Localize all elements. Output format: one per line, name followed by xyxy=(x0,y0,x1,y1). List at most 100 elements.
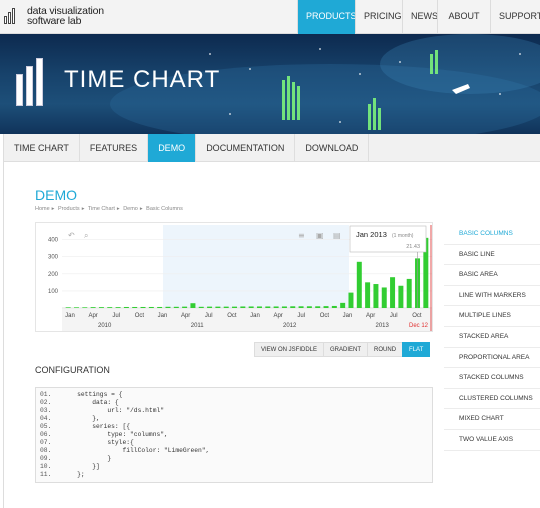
chart-bar[interactable] xyxy=(115,307,121,308)
chart-bar[interactable] xyxy=(223,306,229,308)
chart-bar[interactable] xyxy=(390,277,396,308)
tab-features[interactable]: FEATURES xyxy=(80,134,149,162)
chart-bar[interactable] xyxy=(331,305,337,308)
chart-bar[interactable] xyxy=(306,306,312,308)
breadcrumb-home[interactable]: Home xyxy=(35,206,50,212)
chart-bar[interactable] xyxy=(323,306,329,308)
chart-bar[interactable] xyxy=(123,306,129,308)
view-on-jsfiddle-button[interactable]: VIEW ON JSFIDDLE xyxy=(254,342,325,357)
style-buttons: VIEW ON JSFIDDLE GRADIENT ROUND FLAT xyxy=(254,342,431,357)
time-chart[interactable]: 100 200 300 400 Jan Apr Jul Oct Jan Apr Jul Oct Jan A… xyxy=(35,222,433,332)
chart-bar[interactable] xyxy=(365,282,371,308)
demo-list-item[interactable]: PROPORTIONAL AREA xyxy=(444,348,540,369)
chart-bar[interactable] xyxy=(298,306,304,308)
chart-bar[interactable] xyxy=(406,278,412,308)
chart-bar[interactable] xyxy=(173,306,179,308)
code-line-text: }; xyxy=(62,471,85,478)
tab-documentation[interactable]: DOCUMENTATION xyxy=(196,134,296,162)
chart-bar[interactable] xyxy=(290,306,296,308)
chart-bar[interactable] xyxy=(315,306,321,308)
code-line-number: 02. xyxy=(40,399,52,406)
chart-bar[interactable] xyxy=(165,306,171,308)
chart-bar[interactable] xyxy=(157,306,163,308)
chart-bar[interactable] xyxy=(240,306,246,308)
demo-list-item[interactable]: STACKED COLUMNS xyxy=(444,368,540,389)
chart-canvas[interactable]: 100 200 300 400 Jan Apr Jul Oct Jan Apr Jul Oct Jan A… xyxy=(36,223,434,333)
logo[interactable]: data visualization software lab xyxy=(4,6,104,26)
code-line-number: 09. xyxy=(40,455,52,462)
tooltip-title: Jan 2013 xyxy=(356,230,387,239)
demo-list-item[interactable]: MULTIPLE LINES xyxy=(444,306,540,327)
chart-bar[interactable] xyxy=(265,306,271,308)
chart-bar[interactable] xyxy=(381,287,387,308)
code-line: 01. settings = { xyxy=(40,391,428,399)
chart-bar[interactable] xyxy=(356,261,362,308)
chart-bar[interactable] xyxy=(248,306,254,308)
chart-bar[interactable] xyxy=(207,306,213,308)
chart-bar[interactable] xyxy=(98,307,104,308)
chart-bar[interactable] xyxy=(65,307,71,308)
nav-news[interactable]: NEWS xyxy=(402,0,438,34)
chart-bar[interactable] xyxy=(140,306,146,308)
logo-bars-icon xyxy=(4,6,24,24)
code-line-text: url: "/ds.html" xyxy=(62,407,165,414)
breadcrumb-demo[interactable]: Demo xyxy=(123,206,138,212)
code-line: 03. url: "/ds.html" xyxy=(40,407,428,415)
y-tick-label: 300 xyxy=(48,255,59,261)
chart-bar[interactable] xyxy=(398,285,404,308)
chart-bar[interactable] xyxy=(232,306,238,308)
nav-products[interactable]: PRODUCTS xyxy=(297,0,357,34)
chart-bar[interactable] xyxy=(198,306,204,308)
demo-list-item[interactable]: LINE WITH MARKERS xyxy=(444,286,540,307)
chart-bar[interactable] xyxy=(90,307,96,308)
code-line-text: }] xyxy=(62,463,100,470)
round-button[interactable]: ROUND xyxy=(367,342,404,357)
chart-bar[interactable] xyxy=(107,307,113,308)
chart-bar[interactable] xyxy=(273,306,279,308)
chart-bar[interactable] xyxy=(373,284,379,308)
nav-pricing[interactable]: PRICING xyxy=(355,0,402,34)
chart-bar[interactable] xyxy=(256,306,262,308)
nav-about-us[interactable]: ABOUT US xyxy=(437,0,490,54)
gradient-button[interactable]: GRADIENT xyxy=(323,342,369,357)
code-line: 06. type: "columns", xyxy=(40,431,428,439)
chart-bar[interactable] xyxy=(132,306,138,308)
chart-bar[interactable] xyxy=(190,303,196,308)
chart-bar[interactable] xyxy=(73,307,79,308)
x-year-label: 2012 xyxy=(283,323,297,329)
nav-support[interactable]: SUPPORT xyxy=(490,0,540,34)
zoom-icon[interactable]: ⌕ xyxy=(84,231,88,240)
chart-bar[interactable] xyxy=(148,306,154,308)
demo-list-item[interactable]: BASIC AREA xyxy=(444,265,540,286)
list-icon[interactable]: ≡ xyxy=(298,231,305,240)
demo-list-item[interactable]: MIXED CHART xyxy=(444,409,540,430)
flat-button[interactable]: FLAT xyxy=(402,342,431,357)
code-line-number: 11. xyxy=(40,471,52,478)
range-end-label: Dec 12 xyxy=(409,323,429,329)
chart-bar[interactable] xyxy=(182,306,188,308)
code-line-text: }, xyxy=(62,415,100,422)
top-bar: data visualization software lab PRODUCTS… xyxy=(0,0,540,54)
x-tick-label: Jan xyxy=(158,313,168,319)
tab-download[interactable]: DOWNLOAD xyxy=(295,134,370,162)
demo-list-item[interactable]: BASIC LINE xyxy=(444,245,540,266)
chart-bar[interactable] xyxy=(82,307,88,308)
demo-list-item[interactable]: CLUSTERED COLUMNS xyxy=(444,389,540,410)
demo-list-item[interactable]: STACKED AREA xyxy=(444,327,540,348)
code-line-number: 06. xyxy=(40,431,52,438)
camera-icon[interactable]: ▣ xyxy=(316,231,324,240)
export-icon[interactable]: ▤ xyxy=(333,231,341,240)
breadcrumb-products[interactable]: Products xyxy=(58,206,80,212)
x-year-label: 2013 xyxy=(376,323,390,329)
tab-demo[interactable]: DEMO xyxy=(148,134,197,162)
code-line: 08. fillColor: "LimeGreen", xyxy=(40,447,428,455)
chart-bar[interactable] xyxy=(215,306,221,308)
undo-icon[interactable]: ↶ xyxy=(67,231,75,240)
chart-bar[interactable] xyxy=(281,306,287,308)
tab-time-chart[interactable]: TIME CHART xyxy=(4,134,80,162)
chart-bar[interactable] xyxy=(348,292,354,308)
breadcrumb-time-chart[interactable]: Time Chart xyxy=(88,206,115,212)
demo-list-item[interactable]: TWO VALUE AXIS xyxy=(444,430,540,451)
chart-bar[interactable] xyxy=(340,302,346,308)
demo-list-item[interactable]: BASIC COLUMNS xyxy=(444,224,540,245)
